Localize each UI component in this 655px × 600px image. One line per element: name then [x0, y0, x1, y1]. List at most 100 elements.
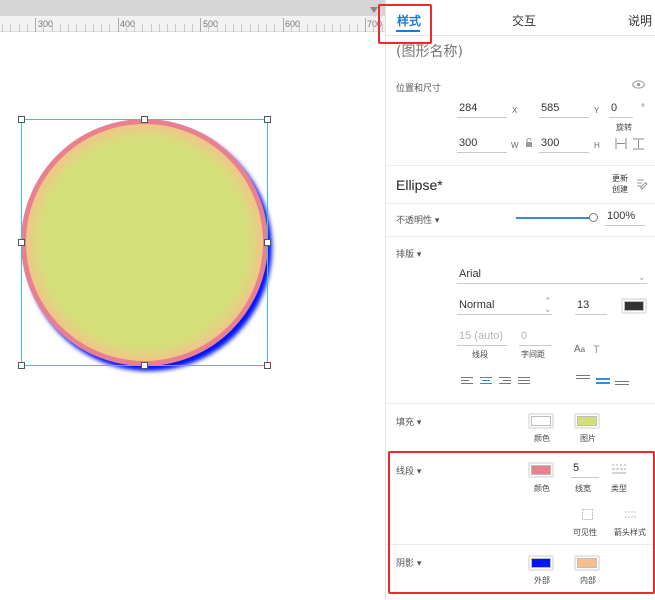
- selection-box: [21, 119, 268, 366]
- ruler-tick: [18, 24, 20, 32]
- fit-width-icon[interactable]: [615, 138, 627, 152]
- shadow-label: 阴影 ▾: [396, 559, 422, 569]
- stroke-type-icon[interactable]: [612, 463, 626, 478]
- align-center-icon[interactable]: [480, 377, 492, 387]
- line-height-field[interactable]: 15 (auto): [457, 330, 507, 346]
- align-left-icon[interactable]: [461, 377, 473, 387]
- inner-shadow-swatch[interactable]: [574, 555, 600, 571]
- stroke-width-field[interactable]: 5: [571, 462, 599, 478]
- ruler-tick: [208, 24, 210, 32]
- valign-middle-icon[interactable]: [596, 378, 610, 388]
- x-unit-label: X: [512, 106, 518, 115]
- active-tab-indicator: [396, 30, 420, 32]
- stroke-color-swatch[interactable]: [528, 462, 554, 478]
- width-field[interactable]: 300: [457, 137, 507, 153]
- stroke-label: 线段 ▾: [396, 467, 422, 477]
- ruler-tick: [68, 24, 69, 32]
- fill-image-fill: [577, 416, 597, 426]
- ruler-tick: [26, 24, 28, 32]
- edit-style-icon[interactable]: [636, 178, 648, 193]
- tab-notes[interactable]: 说明: [628, 12, 652, 29]
- ruler-tick: [84, 24, 86, 32]
- style-name: Ellipse*: [396, 177, 443, 193]
- fit-height-icon[interactable]: [633, 138, 644, 153]
- resize-handle-sw[interactable]: [18, 362, 25, 369]
- text-color-swatch[interactable]: [621, 298, 647, 314]
- outer-shadow-fill: [531, 558, 551, 568]
- ruler-tick: [340, 24, 342, 32]
- opacity-slider-knob[interactable]: [589, 213, 598, 222]
- align-justify-icon[interactable]: [518, 377, 530, 387]
- resize-handle-s[interactable]: [141, 362, 148, 369]
- ruler-tick: [257, 24, 259, 32]
- ruler-tick: [290, 24, 292, 32]
- resize-handle-e[interactable]: [264, 239, 271, 246]
- opacity-slider-track[interactable]: [516, 217, 594, 219]
- align-right-icon[interactable]: [499, 377, 511, 387]
- font-size-field[interactable]: 13: [575, 299, 607, 315]
- ruler-tick: [200, 18, 201, 32]
- resize-handle-nw[interactable]: [18, 116, 25, 123]
- letter-spacing-field[interactable]: 0: [519, 330, 551, 346]
- resize-handle-ne[interactable]: [264, 116, 271, 123]
- ruler-tick: [158, 24, 160, 32]
- ruler-label: 700: [367, 19, 383, 29]
- rotation-field[interactable]: 0: [609, 102, 633, 118]
- lock-ratio-icon[interactable]: [525, 138, 533, 151]
- fill-color-swatch[interactable]: [528, 413, 554, 429]
- ruler-tick: [43, 24, 45, 32]
- ruler-tick: [348, 24, 350, 32]
- y-field[interactable]: 585: [539, 102, 589, 118]
- outer-shadow-swatch[interactable]: [528, 555, 554, 571]
- ruler-tick: [224, 24, 226, 32]
- rotation-degree-label: °: [641, 103, 645, 114]
- ruler-tick: [216, 24, 218, 32]
- opacity-field[interactable]: 100%: [605, 210, 645, 226]
- tab-style[interactable]: 样式: [397, 12, 421, 29]
- font-family-select[interactable]: Arial: [457, 268, 647, 284]
- ruler-tick: [2, 24, 3, 32]
- stroke-width-label: 线宽: [575, 484, 591, 493]
- font-weight-select[interactable]: Normal: [457, 299, 552, 315]
- opacity-label: 不透明性 ▾: [396, 216, 440, 226]
- ruler-tick: [150, 24, 152, 32]
- tab-interaction[interactable]: 交互: [512, 12, 536, 29]
- inspector-panel: 样式 交互 说明 位置和尺寸 284 X 585 Y 0 ° 旋转 300 W …: [378, 0, 655, 600]
- text-shadow-icon[interactable]: T: [593, 344, 600, 356]
- ruler-tick: [191, 24, 193, 32]
- fill-color-fill: [531, 416, 551, 426]
- shape-name-input[interactable]: [396, 42, 646, 62]
- horizontal-ruler: 300 400 500 600 700: [0, 0, 385, 32]
- panel-tabs: 样式 交互 说明: [386, 0, 655, 36]
- fill-image-swatch[interactable]: [574, 413, 600, 429]
- ruler-label: 400: [120, 19, 136, 29]
- visibility-eye-icon[interactable]: [632, 78, 645, 92]
- selected-ellipse[interactable]: [18, 116, 271, 369]
- design-canvas[interactable]: 300 400 500 600 700: [0, 0, 385, 600]
- ruler-tick: [35, 18, 36, 32]
- resize-handle-w[interactable]: [18, 239, 25, 246]
- section-divider: [386, 236, 655, 237]
- ruler-tick: [373, 24, 375, 32]
- x-field[interactable]: 284: [457, 102, 507, 118]
- stroke-visibility-label: 可见性: [573, 528, 597, 537]
- height-field[interactable]: 300: [539, 137, 589, 153]
- inner-shadow-label: 内部: [580, 576, 596, 585]
- resize-handle-n[interactable]: [141, 116, 148, 123]
- arrow-style-icon[interactable]: [625, 509, 637, 523]
- text-case-icon[interactable]: Aa: [574, 344, 585, 355]
- ruler-tick: [183, 24, 185, 32]
- resize-handle-se[interactable]: [264, 362, 271, 369]
- ruler-tick: [125, 24, 127, 32]
- ruler-tick: [365, 18, 366, 32]
- ruler-tick: [274, 24, 276, 32]
- ruler-label: 600: [285, 19, 301, 29]
- stepper-icon[interactable]: ⌃ ⌄: [544, 297, 552, 314]
- position-size-label: 位置和尺寸: [396, 84, 442, 94]
- valign-top-icon[interactable]: [576, 375, 590, 385]
- stroke-visibility-icon[interactable]: [582, 509, 593, 523]
- valign-bottom-icon[interactable]: [615, 381, 629, 391]
- inner-shadow-fill: [577, 558, 597, 568]
- update-create-button[interactable]: 更新 创建: [612, 173, 628, 195]
- ruler-tick: [323, 24, 325, 32]
